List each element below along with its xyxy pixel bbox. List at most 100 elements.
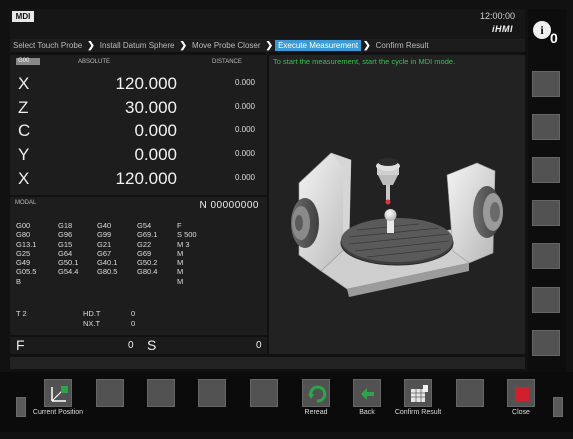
- back-button[interactable]: [353, 379, 381, 407]
- measurement-guide-panel: To start the measurement, start the cycl…: [269, 55, 525, 354]
- modal-code: G69: [137, 248, 152, 258]
- modal-code: G80.5: [97, 267, 118, 277]
- softkey-blank-1[interactable]: [96, 379, 124, 407]
- gcode-badge: G00: [16, 58, 40, 65]
- axis-absolute-value: 0.000: [134, 121, 177, 140]
- axis-row-x2: X 120.000 0.000: [10, 167, 267, 189]
- modal-code: G69.1: [137, 230, 158, 240]
- reread-button[interactable]: [302, 379, 330, 407]
- crumb-confirm-result[interactable]: Confirm Result: [373, 40, 432, 51]
- gcode-column-1: G00 G80 G13.1 G25 G49 G05.5 B: [16, 221, 36, 286]
- chevron-right-icon: ❯: [179, 40, 188, 50]
- modal-code: G80: [16, 230, 31, 240]
- gcode-column-2: G18 G96 G15 G64 G50.1 G54.4: [58, 221, 78, 277]
- status-line: [10, 357, 525, 369]
- axis-letter: X: [18, 169, 30, 188]
- modal-code: G67: [97, 248, 112, 258]
- modal-code: G40: [97, 221, 112, 230]
- modal-code: G00: [16, 221, 31, 230]
- side-key-7[interactable]: [532, 330, 560, 356]
- axis-letter: Y: [18, 145, 30, 164]
- side-key-5[interactable]: [532, 243, 560, 269]
- modal-code: B: [16, 276, 22, 286]
- axis-distance-value: 0.000: [234, 173, 255, 182]
- crumb-select-touch-probe[interactable]: Select Touch Probe: [10, 40, 85, 51]
- feed-label: F: [16, 337, 25, 353]
- side-key-1[interactable]: [532, 71, 560, 97]
- modal-code: G40.1: [97, 258, 118, 268]
- current-position-button[interactable]: [44, 379, 72, 407]
- crumb-install-datum-sphere[interactable]: Install Datum Sphere: [97, 40, 178, 51]
- modal-code: G50.1: [58, 258, 79, 268]
- position-panel: G00 ABSOLUTE DISTANCE X 120.000 0.000 Z …: [10, 55, 267, 195]
- modal-panel: MODAL N 00000000 G00 G80 G13.1 G25 G49 G05.5 B…: [10, 197, 267, 335]
- side-key-4[interactable]: [532, 200, 560, 226]
- modal-code: G25: [16, 248, 31, 258]
- modal-code: G64: [58, 248, 73, 258]
- softkey-blank-3[interactable]: [198, 379, 226, 407]
- softkey-blank-5[interactable]: [456, 379, 484, 407]
- nx-t-label: NX.T: [83, 319, 101, 328]
- modal-code: G15: [58, 239, 73, 249]
- refresh-icon: [308, 385, 327, 403]
- axis-absolute-value: 120.000: [115, 169, 177, 188]
- absolute-label: ABSOLUTE: [78, 59, 111, 65]
- current-position-label: Current Position: [32, 409, 84, 416]
- gcode-column-3: G40 G99 G21 G67 G40.1 G80.5: [97, 221, 117, 277]
- axis-row-z: Z 30.000 0.000: [10, 96, 267, 118]
- header-bar: MDI 12:00:00 iHMI: [10, 9, 525, 39]
- hd-t-label: HD.T: [83, 309, 101, 318]
- instruction-text: To start the measurement, start the cycl…: [273, 57, 456, 66]
- softkey-left-edge[interactable]: [16, 397, 26, 417]
- modal-code: G80.4: [137, 267, 158, 277]
- softkey-blank-2[interactable]: [147, 379, 175, 407]
- chevron-right-icon: ❯: [363, 40, 371, 50]
- close-button[interactable]: [507, 379, 535, 407]
- modal-title: MODAL: [15, 200, 37, 206]
- crumb-move-probe-closer[interactable]: Move Probe Closer: [189, 40, 263, 51]
- axis-absolute-value: 120.000: [115, 74, 177, 93]
- modal-code: M: [177, 258, 184, 268]
- side-key-3[interactable]: [532, 157, 560, 183]
- modal-code: M: [177, 248, 184, 258]
- confirm-result-label: Confirm Result: [394, 409, 442, 416]
- softkey-blank-4[interactable]: [250, 379, 278, 407]
- modal-code: M: [177, 267, 184, 277]
- arrow-left-icon: [361, 388, 374, 400]
- chevron-right-icon: ❯: [265, 40, 274, 50]
- crumb-execute-measurement[interactable]: Execute Measurement: [275, 40, 362, 51]
- hd-t-value: 0: [131, 309, 136, 318]
- mode-badge: MDI: [12, 11, 34, 22]
- axis-distance-value: 0.000: [234, 149, 255, 158]
- axis-letter: Z: [18, 98, 29, 117]
- clock: 12:00:00: [479, 11, 515, 21]
- modal-code: G96: [58, 230, 73, 240]
- confirm-result-button[interactable]: [404, 379, 432, 407]
- result-table-icon: [411, 385, 428, 402]
- modal-code: M 3: [177, 239, 190, 249]
- axis-absolute-value: 30.000: [125, 98, 177, 117]
- close-label: Close: [512, 409, 530, 416]
- program-number: N 00000000: [199, 200, 259, 211]
- info-count: 0: [550, 30, 558, 46]
- modal-code: S 500: [177, 230, 197, 240]
- softkey-right-edge[interactable]: [553, 397, 563, 417]
- chevron-right-icon: ❯: [87, 40, 95, 50]
- side-key-6[interactable]: [532, 287, 560, 313]
- modal-code: G50.2: [137, 258, 158, 268]
- axis-letter: X: [18, 74, 30, 93]
- modal-code: G54.4: [58, 267, 79, 277]
- modal-code: G13.1: [16, 239, 37, 249]
- info-icon: i: [533, 21, 551, 39]
- ihmi-logo: iHMI: [492, 24, 513, 34]
- axis-distance-value: 0.000: [234, 78, 255, 87]
- axis-letter: C: [18, 121, 31, 140]
- axis-row-y: Y 0.000 0.000: [10, 143, 267, 165]
- info-button[interactable]: i 0: [529, 20, 565, 48]
- tool-number: T 2: [16, 309, 27, 318]
- side-key-2[interactable]: [532, 114, 560, 140]
- axis-row-x: X 120.000 0.000: [10, 72, 267, 94]
- modal-code: G54: [137, 221, 152, 230]
- feed-speed-bar: F 0 S 0: [10, 337, 267, 354]
- distance-label: DISTANCE: [212, 59, 242, 65]
